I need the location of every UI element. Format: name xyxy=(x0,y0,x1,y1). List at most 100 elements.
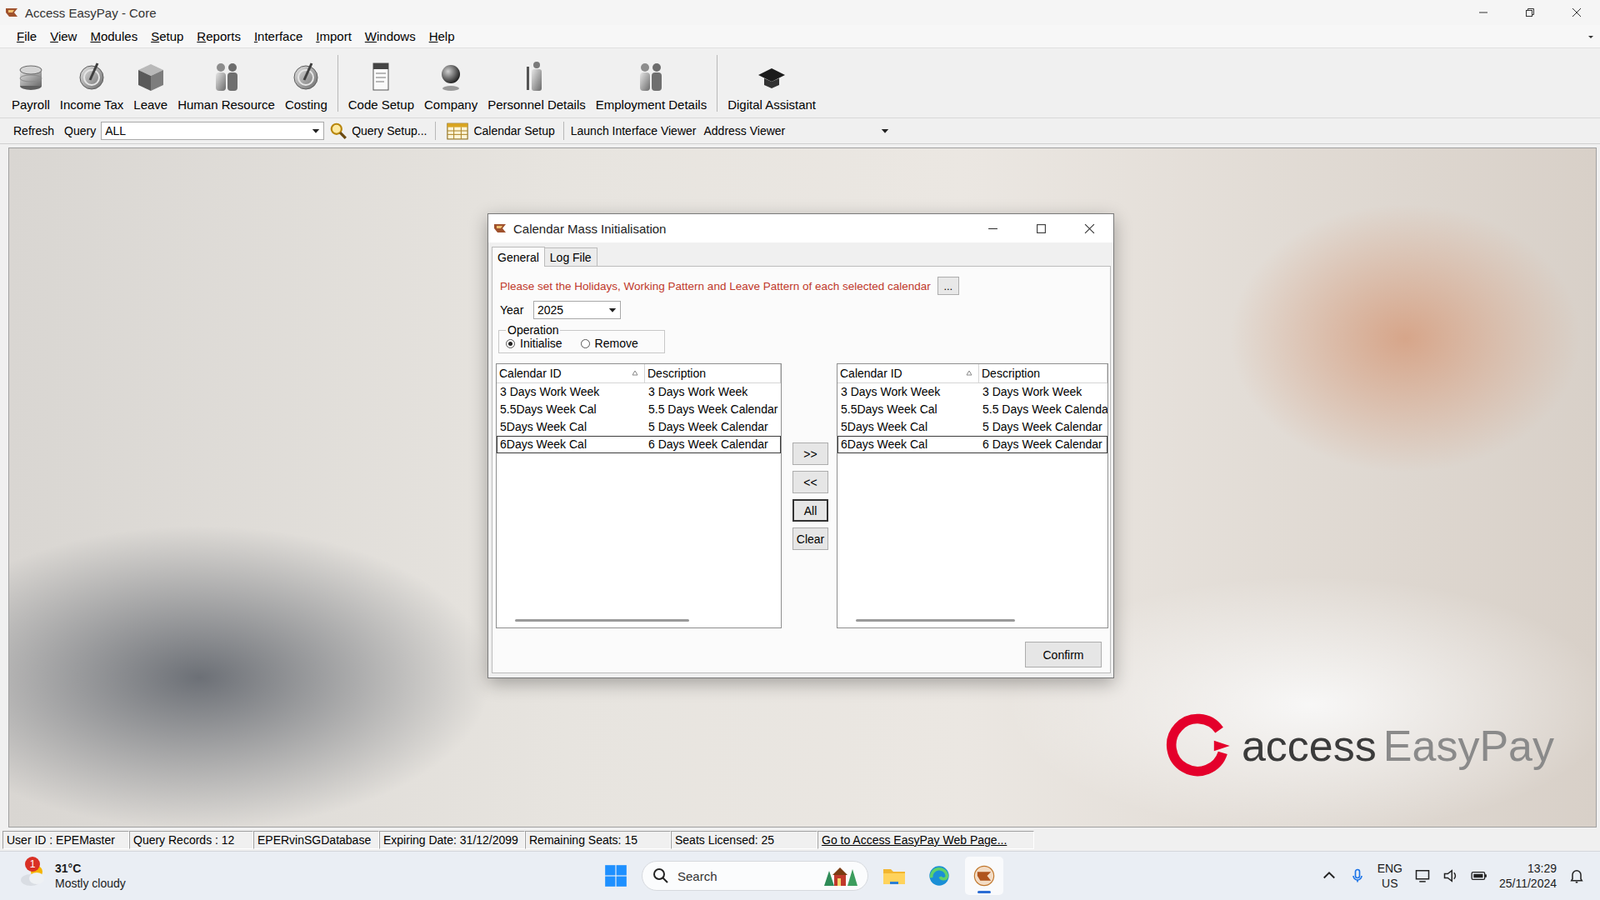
toolbar-label: Leave xyxy=(133,97,168,112)
dropdown-arrow-icon xyxy=(879,125,891,137)
weather-text: 31°C Mostly cloudy xyxy=(55,860,126,891)
menu-item[interactable]: Interface xyxy=(247,27,310,45)
horizontal-scrollbar[interactable] xyxy=(837,612,1108,628)
battery-icon[interactable] xyxy=(1470,867,1488,885)
search-placeholder: Search xyxy=(677,869,813,884)
menu-item[interactable]: File xyxy=(10,27,44,45)
toolbar-button[interactable]: Personnel Details xyxy=(482,48,591,112)
transfer-button[interactable]: All xyxy=(792,499,829,522)
active-indicator xyxy=(977,890,991,894)
weather-badge: 1 xyxy=(25,856,40,872)
taskbar-app[interactable] xyxy=(920,856,959,895)
taskbar-app[interactable] xyxy=(965,856,1004,895)
calendar-row[interactable]: 5Days Week Cal 5 Days Week Calendar xyxy=(837,418,1108,436)
transfer-button[interactable]: Clear xyxy=(792,527,829,550)
calendar-row[interactable]: 6Days Week Cal 6 Days Week Calendar xyxy=(837,435,1108,454)
calendar-row[interactable]: 5.5Days Week Cal 5.5 Days Week Calenda xyxy=(837,400,1108,419)
volume-icon[interactable] xyxy=(1442,867,1460,885)
pattern-settings-button[interactable]: ... xyxy=(937,276,960,295)
coins-icon xyxy=(14,60,48,94)
dialog-maximize-button[interactable] xyxy=(1016,214,1065,243)
description-cell: 5.5 Days Week Calendar xyxy=(645,401,780,418)
menu-item[interactable]: Import xyxy=(309,27,359,45)
taskbar-apps: Search xyxy=(596,856,1004,895)
toolbar-label: Digital Assistant xyxy=(727,97,816,112)
transfer-button[interactable]: << xyxy=(792,470,829,494)
menu-item[interactable]: Help xyxy=(422,27,462,45)
toolbar-button[interactable]: Employment Details xyxy=(590,48,712,112)
minimize-button[interactable] xyxy=(1460,0,1507,25)
toolbar-button[interactable]: Company xyxy=(419,48,483,112)
column-header[interactable]: Calendar ID xyxy=(837,364,980,383)
clock[interactable]: 13:29 25/11/2024 xyxy=(1499,860,1557,891)
horizontal-scrollbar[interactable] xyxy=(496,612,781,628)
calendar-setup-button[interactable]: Calendar Setup xyxy=(442,121,558,140)
operation-radio[interactable]: Remove xyxy=(580,336,639,350)
viewer-combo[interactable]: Address Viewer xyxy=(699,121,894,140)
confirm-button[interactable]: Confirm xyxy=(1025,641,1102,668)
toolbar-button[interactable]: Digital Assistant xyxy=(722,48,821,112)
menu-item[interactable]: Modules xyxy=(83,27,145,45)
taskbar-search[interactable]: Search xyxy=(641,860,869,891)
box-icon xyxy=(134,60,168,94)
transfer-buttons: >> << All Clear xyxy=(792,363,829,629)
scrollbar-thumb[interactable] xyxy=(855,619,1015,622)
calendar-row[interactable]: 5.5Days Week Cal 5.5 Days Week Calendar xyxy=(496,400,781,419)
web-page-link[interactable]: Go to Access EasyPay Web Page... xyxy=(817,830,1035,850)
notification-bell-icon[interactable] xyxy=(1568,867,1585,885)
year-label: Year xyxy=(500,303,534,317)
menu-item[interactable]: Windows xyxy=(358,27,423,45)
network-icon[interactable] xyxy=(1414,867,1431,885)
taskbar-app[interactable] xyxy=(875,856,914,895)
sort-ascending-icon xyxy=(631,370,639,377)
scrollbar-thumb[interactable] xyxy=(515,619,690,622)
column-header[interactable]: Description xyxy=(645,364,781,383)
dialog-close-button[interactable] xyxy=(1065,214,1114,243)
toolbar-button[interactable]: Code Setup xyxy=(343,48,420,112)
menu-item[interactable]: Setup xyxy=(144,27,190,45)
menu-overflow-icon[interactable] xyxy=(1586,32,1595,41)
calendar-id-cell: 5.5Days Week Cal xyxy=(497,401,646,418)
year-combo[interactable]: 2025 xyxy=(533,300,621,320)
radio-mark xyxy=(505,339,515,349)
launch-interface-viewer-button[interactable]: Launch Interface Viewer xyxy=(570,124,697,138)
logo-product: EasyPay xyxy=(1383,720,1555,771)
calendar-row[interactable]: 5Days Week Cal 5 Days Week Calendar xyxy=(496,418,781,436)
status-cell: Query Records : 12 xyxy=(129,830,254,850)
dialog-minimize-button[interactable] xyxy=(968,214,1017,243)
calendar-id-cell: 5Days Week Cal xyxy=(497,419,646,435)
transfer-button[interactable]: >> xyxy=(792,442,829,465)
toolbar-separator xyxy=(337,55,339,112)
operation-radio[interactable]: Initialise xyxy=(505,336,563,350)
refresh-button[interactable]: Refresh xyxy=(13,124,55,138)
toolbar-button[interactable]: Costing xyxy=(280,48,333,112)
tab[interactable]: Log File xyxy=(544,247,598,266)
operation-group: Operation Initialise Remove xyxy=(498,323,665,354)
menu-item[interactable]: View xyxy=(43,27,84,45)
close-button[interactable] xyxy=(1553,0,1600,25)
column-header[interactable]: Calendar ID xyxy=(496,364,645,383)
calendar-row[interactable]: 3 Days Work Week 3 Days Work Week xyxy=(496,383,781,401)
restore-button[interactable] xyxy=(1506,0,1554,25)
microphone-icon[interactable] xyxy=(1349,867,1366,885)
calendar-row[interactable]: 6Days Week Cal 6 Days Week Calendar xyxy=(496,435,781,454)
start-button[interactable] xyxy=(596,856,635,895)
calendar-row[interactable]: 3 Days Work Week 3 Days Work Week xyxy=(837,383,1108,401)
available-list: Calendar ID Description 3 Days Work Week… xyxy=(495,363,782,629)
input-language[interactable]: ENG US xyxy=(1377,860,1403,891)
tab[interactable]: General xyxy=(491,246,545,267)
menu-item[interactable]: Reports xyxy=(190,27,248,45)
description-cell: 5.5 Days Week Calenda xyxy=(980,401,1107,418)
toolbar-separator xyxy=(716,55,718,112)
weather-widget[interactable]: 1 31°C Mostly cloudy xyxy=(8,860,597,891)
column-header[interactable]: Description xyxy=(979,364,1108,383)
toolbar-button[interactable]: Income Tax xyxy=(55,48,129,112)
chevron-up-icon[interactable] xyxy=(1320,867,1338,885)
toolbar-label: Employment Details xyxy=(595,97,707,112)
toolbar-button[interactable]: Payroll xyxy=(6,48,55,112)
toolbar-button[interactable]: Leave xyxy=(128,48,173,112)
dropdown-arrow-icon xyxy=(310,125,322,137)
query-combo[interactable]: ALL xyxy=(100,121,325,140)
toolbar-button[interactable]: Human Resource xyxy=(172,48,280,112)
query-setup-button[interactable]: Query Setup... xyxy=(325,121,430,140)
